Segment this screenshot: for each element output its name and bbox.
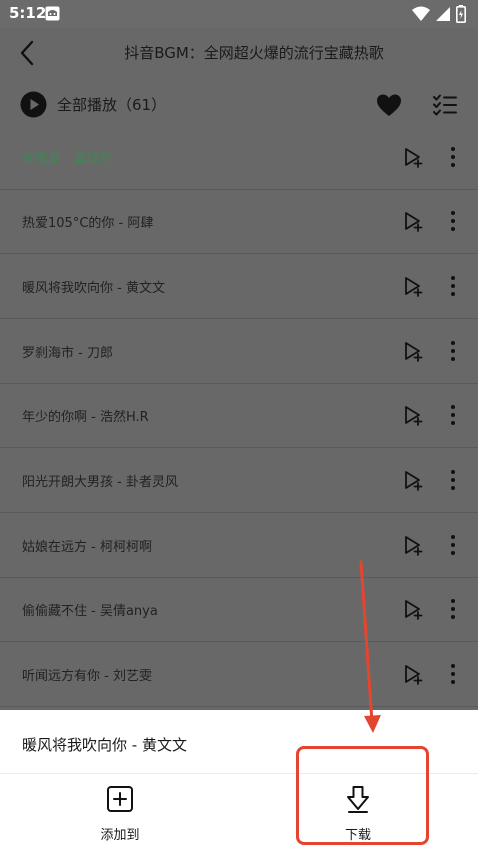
- battery-icon: [456, 5, 466, 23]
- system-icons: [412, 5, 466, 23]
- song-title: 暖风将我吹向你 - 黄文文: [22, 281, 165, 296]
- more-vertical-icon[interactable]: [446, 210, 460, 232]
- song-title: 年少的你啊 - 浩然H.R: [22, 410, 149, 425]
- add-to-playlist-icon[interactable]: [404, 469, 424, 491]
- add-to-playlist-icon[interactable]: [404, 534, 424, 556]
- add-to-playlist-icon[interactable]: [404, 340, 424, 362]
- checklist-icon[interactable]: [431, 91, 459, 119]
- add-to-button[interactable]: 添加到: [60, 782, 180, 850]
- song-title: 热爱105°C的你 - 阿肆: [22, 216, 154, 231]
- more-vertical-icon[interactable]: [446, 340, 460, 362]
- song-row[interactable]: 暖风将我吹向你 - 黄文文: [0, 255, 478, 319]
- more-vertical-icon[interactable]: [446, 404, 460, 426]
- add-to-playlist-icon[interactable]: [404, 275, 424, 297]
- more-vertical-icon[interactable]: [446, 146, 460, 168]
- play-all-button[interactable]: 全部播放（61）: [20, 90, 166, 118]
- song-title: 姑娘在远方 - 柯柯柯啊: [22, 540, 152, 555]
- more-vertical-icon[interactable]: [446, 663, 460, 685]
- song-row[interactable]: 偷偷藏不住 - 吴倩anya: [0, 578, 478, 642]
- status-bar: 5:12: [0, 0, 478, 28]
- annotation-highlight-box: [296, 746, 429, 845]
- song-row[interactable]: 就像爱 - 吴佳忆: [0, 138, 478, 190]
- song-row[interactable]: 热爱105°C的你 - 阿肆: [0, 190, 478, 254]
- add-to-label: 添加到: [100, 828, 140, 843]
- song-title: 就像爱 - 吴佳忆: [22, 152, 113, 167]
- more-vertical-icon[interactable]: [446, 469, 460, 491]
- song-list: 就像爱 - 吴佳忆热爱105°C的你 - 阿肆 暖风将我吹向你 - 黄文文 罗刹海市…: [0, 138, 478, 710]
- add-to-playlist-icon[interactable]: [404, 404, 424, 426]
- song-row[interactable]: 阳光开朗大男孩 - 卦者灵风: [0, 449, 478, 513]
- wifi-icon: [412, 6, 430, 21]
- add-to-playlist-icon[interactable]: [404, 210, 424, 232]
- song-title: 阳光开朗大男孩 - 卦者灵风: [22, 475, 178, 490]
- song-title: 偷偷藏不住 - 吴倩anya: [22, 604, 158, 619]
- add-to-playlist-icon[interactable]: [404, 663, 424, 685]
- song-row[interactable]: 听闻远方有你 - 刘艺雯: [0, 643, 478, 707]
- add-to-playlist-icon[interactable]: [404, 598, 424, 620]
- song-row[interactable]: 罗刹海市 - 刀郎: [0, 320, 478, 384]
- status-time: 5:12: [9, 4, 47, 22]
- page-title: 抖音BGM：全网超火爆的流行宝藏热歌: [124, 44, 384, 62]
- more-vertical-icon[interactable]: [446, 275, 460, 297]
- play-circle-icon: [20, 91, 47, 117]
- song-title: 罗刹海市 - 刀郎: [22, 346, 113, 361]
- plus-square-icon: [107, 786, 133, 812]
- song-row[interactable]: 年少的你啊 - 浩然H.R: [0, 384, 478, 448]
- app-notification-icon: [45, 6, 60, 21]
- more-vertical-icon[interactable]: [446, 598, 460, 620]
- add-to-playlist-icon[interactable]: [404, 146, 424, 168]
- song-title: 听闻远方有你 - 刘艺雯: [22, 669, 152, 684]
- top-app-bar: 抖音BGM：全网超火爆的流行宝藏热歌: [0, 28, 478, 78]
- more-vertical-icon[interactable]: [446, 534, 460, 556]
- signal-icon: [436, 7, 450, 21]
- song-row[interactable]: 姑娘在远方 - 柯柯柯啊: [0, 514, 478, 578]
- sheet-song-title: 暖风将我吹向你 - 黄文文: [22, 736, 187, 754]
- playlist-toolbar: 全部播放（61）: [0, 78, 478, 138]
- play-all-label: 全部播放（61）: [57, 95, 167, 114]
- heart-icon[interactable]: [375, 91, 403, 119]
